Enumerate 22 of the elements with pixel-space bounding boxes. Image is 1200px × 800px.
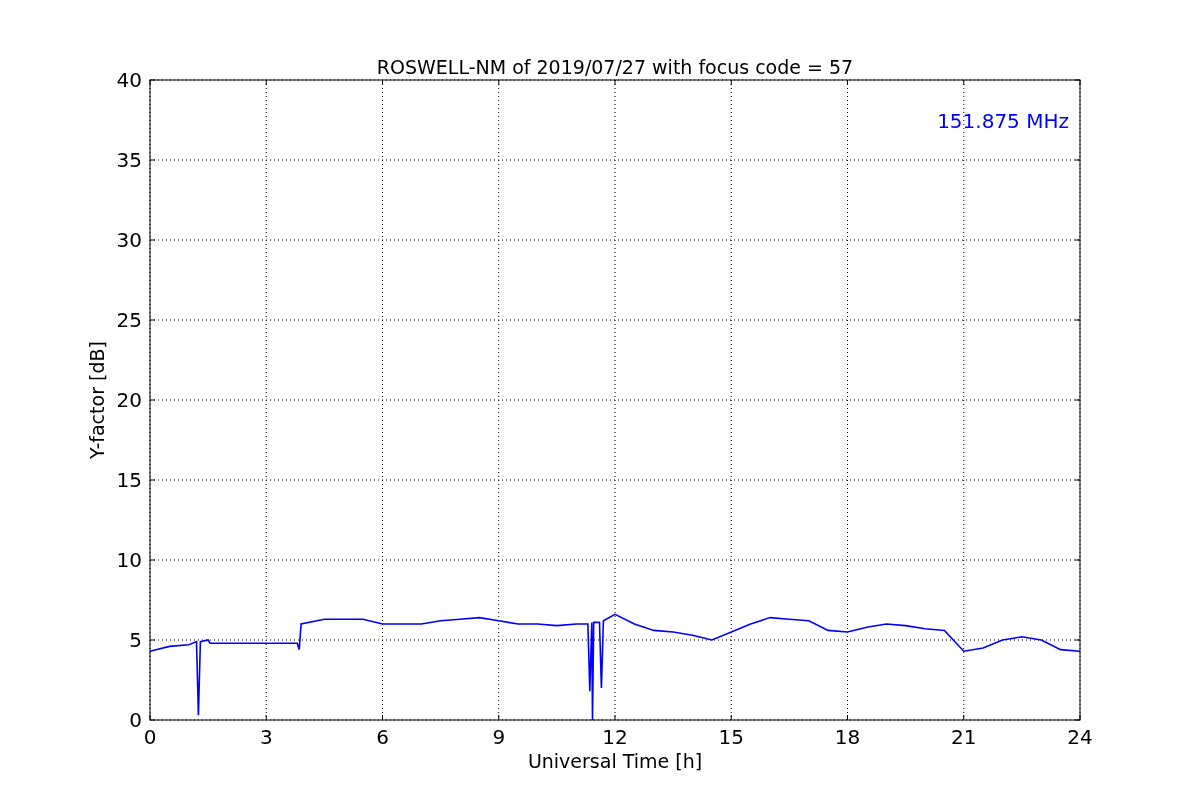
y-tick-label: 25 <box>116 308 142 332</box>
x-axis-label: Universal Time [h] <box>527 750 703 772</box>
x-tick-label: 9 <box>492 725 506 749</box>
x-tick-label: 24 <box>1067 725 1093 749</box>
x-tick-label: 0 <box>143 725 157 749</box>
x-tick-label: 21 <box>951 725 977 749</box>
frequency-label: 151.875 MHz <box>937 109 1069 133</box>
y-axis-label: Y-factor [dB] <box>86 341 108 459</box>
y-tick-label: 10 <box>116 548 142 572</box>
y-tick-label: 30 <box>116 228 142 252</box>
x-tick-label: 18 <box>834 725 861 749</box>
x-tick-label: 6 <box>376 725 389 749</box>
y-tick-label: 0 <box>129 708 142 732</box>
y-tick-label: 40 <box>116 68 142 92</box>
y-tick-label: 35 <box>116 148 142 172</box>
y-tick-label: 15 <box>116 468 142 492</box>
x-tick-label: 12 <box>602 725 628 749</box>
chart-title: ROSWELL-NM of 2019/07/27 with focus code = 57 <box>376 56 854 78</box>
y-tick-label: 5 <box>129 628 142 652</box>
x-tick-label: 15 <box>718 725 744 749</box>
x-tick-label: 3 <box>259 725 273 749</box>
y-tick-label: 20 <box>116 388 142 412</box>
